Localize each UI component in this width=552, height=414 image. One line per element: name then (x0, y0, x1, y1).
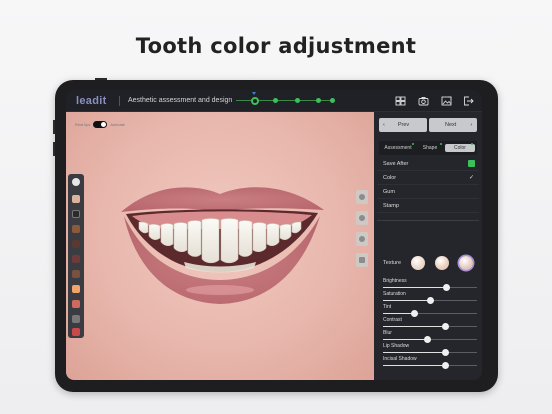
next-label: Next (445, 122, 457, 128)
slider-knob[interactable] (443, 284, 451, 291)
prev-label: Prev (397, 122, 410, 128)
slider-label: Blur (383, 330, 392, 336)
progress-step-2[interactable] (273, 98, 278, 103)
mode-tabs: Assessment Shape Color (379, 141, 477, 155)
mouth-icon[interactable] (72, 300, 80, 308)
slider-fill (383, 326, 446, 327)
jaw-icon[interactable] (72, 270, 80, 278)
person-view-icon[interactable] (356, 232, 368, 246)
progress-step-3[interactable] (295, 98, 300, 103)
menu-item-stamp[interactable]: Stamp (377, 199, 479, 213)
slider-knob[interactable] (441, 323, 449, 330)
face-view-icon[interactable] (356, 190, 368, 204)
slider-fill (383, 365, 446, 366)
tab-shape-dot (440, 143, 442, 145)
tab-assessment-dot (412, 143, 414, 145)
right-toolbar (356, 190, 369, 274)
slider-knob[interactable] (410, 310, 418, 317)
tab-color-dot (471, 143, 473, 145)
menu-item-save-after[interactable]: Save After (377, 157, 479, 171)
app-logo: leadit (76, 95, 107, 107)
tooth-icon[interactable] (72, 225, 80, 233)
lip-mode-toggle[interactable] (93, 121, 108, 128)
progress-step-1[interactable] (251, 96, 259, 105)
slider-saturation[interactable]: Saturation (383, 291, 477, 304)
menu-label: Color (383, 175, 397, 181)
profile-icon[interactable] (356, 211, 368, 225)
slider-lip-shadow[interactable]: Lip Shadow (383, 343, 477, 356)
toggle-left-label: Rest lips (75, 122, 91, 127)
texture-label: Texture (383, 260, 402, 266)
slider-contrast[interactable]: Contrast (383, 317, 477, 330)
slider-label: Tint (383, 304, 392, 310)
left-toolbar (68, 174, 84, 338)
slider-label: Saturation (383, 291, 406, 297)
toggle-right-label: Animate (110, 122, 126, 127)
progress-marker-icon (252, 92, 256, 95)
tooth-outline-icon[interactable] (72, 240, 80, 248)
app-screen: leadit Aesthetic assessment and design R… (66, 90, 482, 380)
slider-fill (383, 313, 415, 314)
face-icon[interactable] (72, 195, 80, 203)
person-icon[interactable] (72, 328, 80, 336)
slider-knob[interactable] (441, 362, 449, 369)
slider-fill (383, 339, 428, 340)
image-export-icon[interactable] (441, 96, 452, 106)
slider-blur[interactable]: Blur (383, 330, 477, 343)
menu-label: Gum (383, 189, 395, 195)
menu-item-color[interactable]: Color ✓ (377, 171, 479, 185)
tab-color[interactable]: Color (445, 144, 475, 152)
gallery-icon[interactable] (395, 96, 406, 106)
slider-knob[interactable] (441, 349, 449, 356)
slider-brightness[interactable]: Brightness (383, 278, 477, 291)
chevron-right-icon: › (470, 122, 473, 128)
progress-step-4[interactable] (316, 98, 321, 103)
smile-photo (121, 187, 324, 304)
slider-fill (383, 287, 447, 288)
menu-label: Stamp (383, 203, 399, 209)
lip-mode-toggle-row: Rest lips Animate (75, 121, 125, 128)
slider-fill (383, 352, 446, 353)
smile-icon[interactable] (72, 285, 80, 293)
save-status-icon (468, 160, 475, 167)
slider-fill (383, 300, 430, 301)
prev-button[interactable]: ‹ Prev (379, 118, 427, 132)
chevron-left-icon: ‹ (383, 122, 385, 128)
panel-divider (377, 220, 479, 221)
menu-label: Save After (383, 161, 409, 167)
slider-knob[interactable] (426, 297, 434, 304)
title-divider (119, 96, 120, 106)
top-bar: leadit Aesthetic assessment and design (66, 90, 482, 112)
link-icon[interactable] (356, 253, 368, 267)
slider-label: Lip Shadow (383, 343, 410, 349)
texture-swatch-1[interactable] (411, 256, 425, 270)
settings-panel: ‹ Prev Next › Assessment Shape Color Sav… (374, 112, 482, 380)
chevron-right-icon[interactable] (72, 178, 80, 186)
check-icon: ✓ (468, 175, 474, 181)
tab-assessment[interactable]: Assessment (381, 144, 415, 152)
slider-incisal-shadow[interactable]: Incisal Shadow (383, 356, 477, 369)
slider-label: Incisal Shadow (383, 356, 417, 362)
grid-icon[interactable] (72, 315, 80, 323)
progress-step-5[interactable] (330, 98, 335, 103)
logout-icon[interactable] (463, 96, 474, 106)
app-title: Aesthetic assessment and design (128, 97, 233, 104)
face-dark-icon[interactable] (72, 210, 80, 218)
camera-icon[interactable] (418, 96, 429, 106)
slider-knob[interactable] (423, 336, 431, 343)
next-button[interactable]: Next › (429, 118, 477, 132)
photo-canvas[interactable]: Rest lips Animate (66, 112, 374, 380)
slider-label: Brightness (383, 278, 407, 284)
menu-item-gum[interactable]: Gum (377, 185, 479, 199)
design-menu: Save After Color ✓ Gum Stamp (377, 157, 479, 213)
lip-icon[interactable] (72, 255, 80, 263)
slider-tint[interactable]: Tint (383, 304, 477, 317)
page-headline: Tooth color adjustment (135, 34, 417, 58)
slider-label: Contrast (383, 317, 402, 323)
tab-shape[interactable]: Shape (417, 144, 443, 152)
texture-swatch-2[interactable] (435, 256, 449, 270)
texture-swatch-3[interactable] (459, 256, 473, 270)
